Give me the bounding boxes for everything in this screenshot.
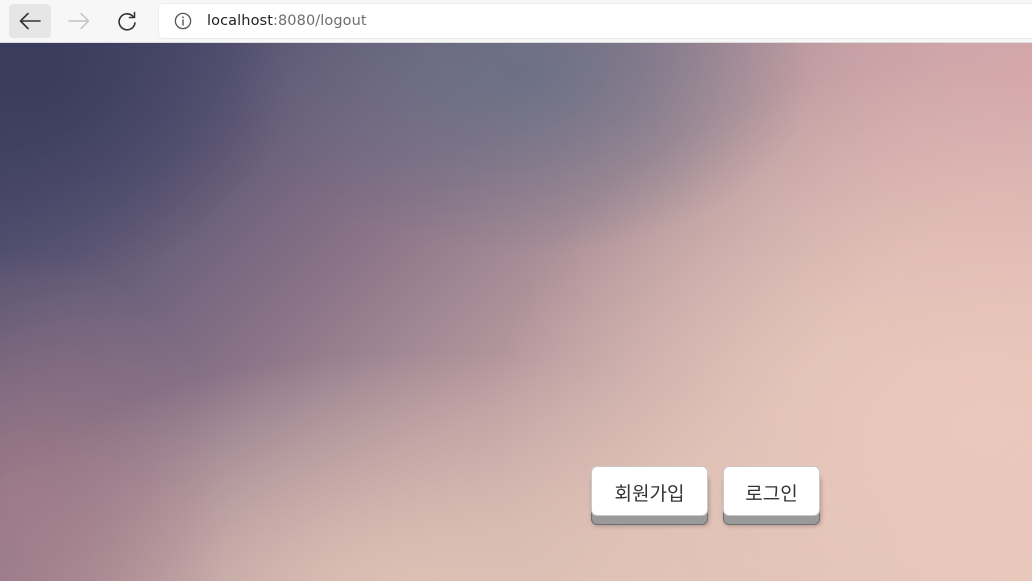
address-bar[interactable]: localhost:8080/logout — [159, 4, 1032, 38]
signup-button[interactable]: 회원가입 — [591, 466, 708, 516]
forward-button[interactable] — [58, 4, 100, 38]
page-viewport: 회원가입 로그인 — [0, 43, 1032, 581]
url-host: localhost — [207, 13, 273, 29]
info-icon[interactable] — [174, 12, 192, 30]
arrow-right-icon — [68, 12, 90, 30]
arrow-left-icon — [19, 12, 41, 30]
back-button[interactable] — [9, 4, 51, 38]
browser-toolbar: localhost:8080/logout — [0, 0, 1032, 43]
signup-button-label: 회원가입 — [614, 483, 685, 505]
login-button[interactable]: 로그인 — [723, 466, 820, 516]
login-button-label: 로그인 — [745, 483, 798, 505]
url-path: :8080/logout — [273, 13, 367, 29]
gradient-overlay — [0, 43, 1032, 581]
url-text: localhost:8080/logout — [207, 13, 367, 29]
reload-icon — [118, 11, 136, 31]
reload-button[interactable] — [106, 4, 148, 38]
